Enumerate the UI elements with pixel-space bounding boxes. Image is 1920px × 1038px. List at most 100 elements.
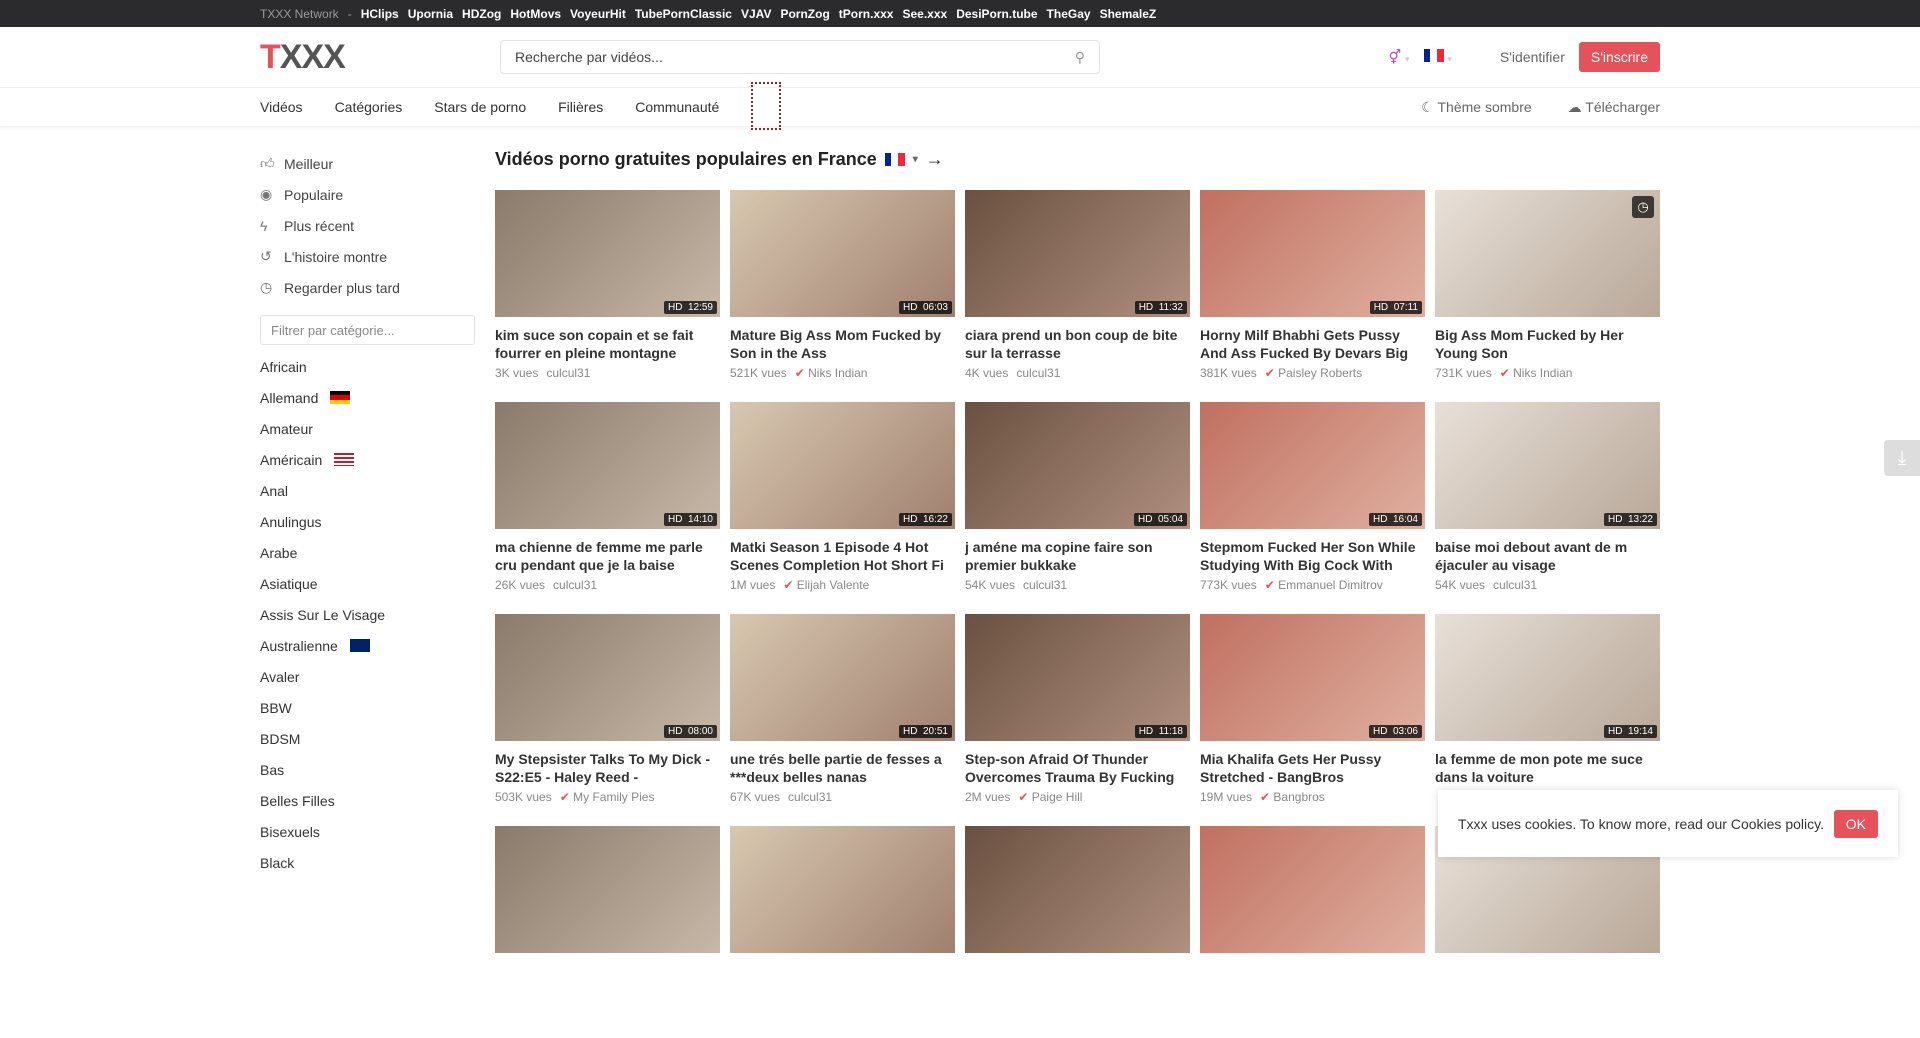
category-item[interactable]: Black <box>260 847 475 878</box>
video-card[interactable] <box>1200 826 1425 1038</box>
network-site-link[interactable]: VJAV <box>741 7 771 21</box>
author-link[interactable]: ✔ Paisley Roberts <box>1265 366 1362 380</box>
video-thumbnail[interactable]: HD 11:32 <box>965 190 1190 317</box>
network-site-link[interactable]: PornZog <box>780 7 829 21</box>
logo[interactable]: TXXX <box>260 38 500 77</box>
video-card[interactable]: HD 06:03 Mature Big Ass Mom Fucked by Son… <box>730 190 955 402</box>
category-filter-input[interactable]: Filtrer par catégorie... <box>260 315 475 345</box>
language-selector[interactable]: ▾ <box>1423 49 1452 65</box>
sidebar-item[interactable]: ϟ Plus récent <box>260 210 475 241</box>
video-title[interactable]: j améne ma copine faire son premier bukk… <box>965 538 1190 574</box>
category-item[interactable]: Asiatique <box>260 568 475 599</box>
network-site-link[interactable]: HotMovs <box>510 7 561 21</box>
video-thumbnail[interactable]: HD 07:11 <box>1200 190 1425 317</box>
category-item[interactable]: Bas <box>260 754 475 785</box>
author-link[interactable]: ✔ Paige Hill <box>1018 790 1082 804</box>
video-thumbnail[interactable]: HD 03:06 <box>1200 614 1425 741</box>
author-link[interactable]: ✔ Niks Indian <box>795 366 868 380</box>
video-title[interactable]: Matki Season 1 Episode 4 Hot Scenes Comp… <box>730 538 955 574</box>
network-site-link[interactable]: ShemaleZ <box>1100 7 1157 21</box>
video-thumbnail[interactable]: HD 19:14 <box>1435 614 1660 741</box>
video-card[interactable]: HD 16:04 Stepmom Fucked Her Son While Stu… <box>1200 402 1425 614</box>
orientation-selector[interactable]: ⚥ ▾ <box>1388 49 1409 66</box>
video-card[interactable] <box>1435 826 1660 1038</box>
video-title[interactable]: Mature Big Ass Mom Fucked by Son in the … <box>730 326 955 362</box>
france-flag-icon[interactable] <box>884 152 905 166</box>
category-item[interactable]: Avaler <box>260 661 475 692</box>
sidebar-item[interactable]: ◷ Regarder plus tard <box>260 272 475 303</box>
video-title[interactable]: baise moi debout avant de m éjaculer au … <box>1435 538 1660 574</box>
video-card[interactable]: HD 11:32 ciara prend un bon coup de bite … <box>965 190 1190 402</box>
video-title[interactable]: Horny Milf Bhabhi Gets Pussy And Ass Fuc… <box>1200 326 1425 362</box>
category-item[interactable]: Américain <box>260 444 475 475</box>
video-card[interactable]: HD 16:22 Matki Season 1 Episode 4 Hot Sce… <box>730 402 955 614</box>
video-thumbnail[interactable]: HD 16:22 <box>730 402 955 529</box>
video-thumbnail[interactable]: HD 20:51 <box>730 614 955 741</box>
video-card[interactable]: HD 11:18 Step-son Afraid Of Thunder Overc… <box>965 614 1190 826</box>
login-link[interactable]: S'identifier <box>1500 49 1565 65</box>
video-thumbnail[interactable]: HD 05:04 <box>965 402 1190 529</box>
category-item[interactable]: Amateur <box>260 413 475 444</box>
video-title[interactable]: kim suce son copain et se fait fourrer e… <box>495 326 720 362</box>
category-item[interactable]: Africain <box>260 351 475 382</box>
video-title[interactable]: ciara prend un bon coup de bite sur la t… <box>965 326 1190 362</box>
video-thumbnail[interactable]: ◷ <box>1435 190 1660 317</box>
dark-theme-toggle[interactable]: ☾ Thème sombre <box>1421 99 1531 116</box>
category-item[interactable]: Anal <box>260 475 475 506</box>
video-card[interactable]: HD 20:51 une trés belle partie de fesses … <box>730 614 955 826</box>
video-card[interactable]: HD 05:04 j améne ma copine faire son prem… <box>965 402 1190 614</box>
nav-item[interactable]: Communauté <box>635 99 719 115</box>
video-thumbnail[interactable]: HD 08:00 <box>495 614 720 741</box>
author-link[interactable]: culcul31 <box>553 578 597 592</box>
network-site-link[interactable]: tPorn.xxx <box>839 7 894 21</box>
sidebar-item[interactable]: ↺ L'histoire montre <box>260 241 475 272</box>
upload-link[interactable]: ☁ Télécharger <box>1568 99 1660 116</box>
nav-item[interactable]: Vidéos <box>260 99 303 115</box>
video-thumbnail[interactable]: HD 13:22 <box>1435 402 1660 529</box>
nav-item[interactable]: Catégories <box>335 99 403 115</box>
author-link[interactable]: ✔ Emmanuel Dimitrov <box>1265 578 1383 592</box>
author-link[interactable]: ✔ My Family Pies <box>560 790 655 804</box>
search-icon[interactable]: ⚲ <box>1075 49 1085 66</box>
video-card[interactable]: HD 07:11 Horny Milf Bhabhi Gets Pussy And… <box>1200 190 1425 402</box>
video-title[interactable]: une trés belle partie de fesses a ***deu… <box>730 750 955 786</box>
category-item[interactable]: BDSM <box>260 723 475 754</box>
video-title[interactable]: la femme de mon pote me suce dans la voi… <box>1435 750 1660 786</box>
video-title[interactable]: Stepmom Fucked Her Son While Studying Wi… <box>1200 538 1425 574</box>
video-card[interactable]: ◷ Big Ass Mom Fucked by Her Young Son 731K… <box>1435 190 1660 402</box>
author-link[interactable]: ✔ Niks Indian <box>1500 366 1573 380</box>
category-item[interactable]: Australienne <box>260 630 475 661</box>
video-thumbnail[interactable]: HD 14:10 <box>495 402 720 529</box>
category-item[interactable]: BBW <box>260 692 475 723</box>
video-card[interactable]: HD 13:22 baise moi debout avant de m éjac… <box>1435 402 1660 614</box>
video-card[interactable] <box>730 826 955 1038</box>
video-card[interactable]: HD 03:06 Mia Khalifa Gets Her Pussy Stret… <box>1200 614 1425 826</box>
download-side-button[interactable]: ⤓ <box>1884 440 1920 476</box>
video-card[interactable]: HD 14:10 ma chienne de femme me parle cru… <box>495 402 720 614</box>
author-link[interactable]: culcul31 <box>1023 578 1067 592</box>
video-card[interactable]: HD 08:00 My Stepsister Talks To My Dick -… <box>495 614 720 826</box>
video-title[interactable]: Big Ass Mom Fucked by Her Young Son <box>1435 326 1660 362</box>
network-site-link[interactable]: TheGay <box>1047 7 1091 21</box>
network-label[interactable]: TXXX Network <box>260 7 339 21</box>
arrow-right-icon[interactable]: → <box>926 149 944 170</box>
category-item[interactable]: Bisexuels <box>260 816 475 847</box>
video-thumbnail[interactable] <box>1200 826 1425 953</box>
sidebar-item[interactable]: 👍︎ Meilleur <box>260 148 475 179</box>
network-site-link[interactable]: See.xxx <box>902 7 947 21</box>
video-thumbnail[interactable] <box>730 826 955 953</box>
network-site-link[interactable]: TubePornClassic <box>635 7 732 21</box>
watch-later-icon[interactable]: ◷ <box>1632 196 1654 218</box>
video-title[interactable]: Step-son Afraid Of Thunder Overcomes Tra… <box>965 750 1190 786</box>
network-site-link[interactable]: DesiPorn.tube <box>956 7 1037 21</box>
category-item[interactable]: Anulingus <box>260 506 475 537</box>
author-link[interactable]: culcul31 <box>1493 578 1537 592</box>
search-input[interactable]: Recherche par vidéos... ⚲ <box>500 40 1100 74</box>
video-thumbnail[interactable] <box>965 826 1190 953</box>
network-site-link[interactable]: Upornia <box>408 7 453 21</box>
video-card[interactable]: HD 12:59 kim suce son copain et se fait f… <box>495 190 720 402</box>
signup-button[interactable]: S'inscrire <box>1578 42 1660 72</box>
author-link[interactable]: culcul31 <box>546 366 590 380</box>
category-item[interactable]: Arabe <box>260 537 475 568</box>
video-thumbnail[interactable]: HD 06:03 <box>730 190 955 317</box>
